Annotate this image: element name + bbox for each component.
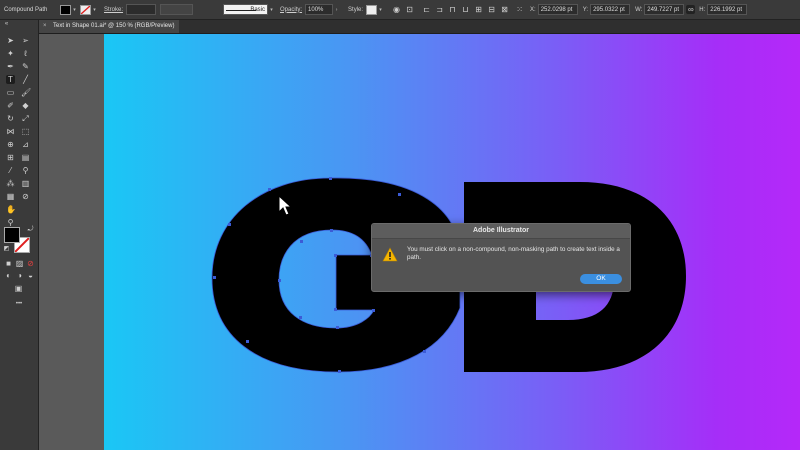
dialog-title: Adobe Illustrator xyxy=(372,224,630,239)
ok-button[interactable]: OK xyxy=(580,274,622,284)
dialog-message: You must click on a non-compound, non-ma… xyxy=(407,246,620,261)
alert-dialog: Adobe Illustrator You must click on a no… xyxy=(371,223,631,292)
fill-color-box[interactable] xyxy=(4,227,20,243)
warning-icon xyxy=(382,247,398,262)
